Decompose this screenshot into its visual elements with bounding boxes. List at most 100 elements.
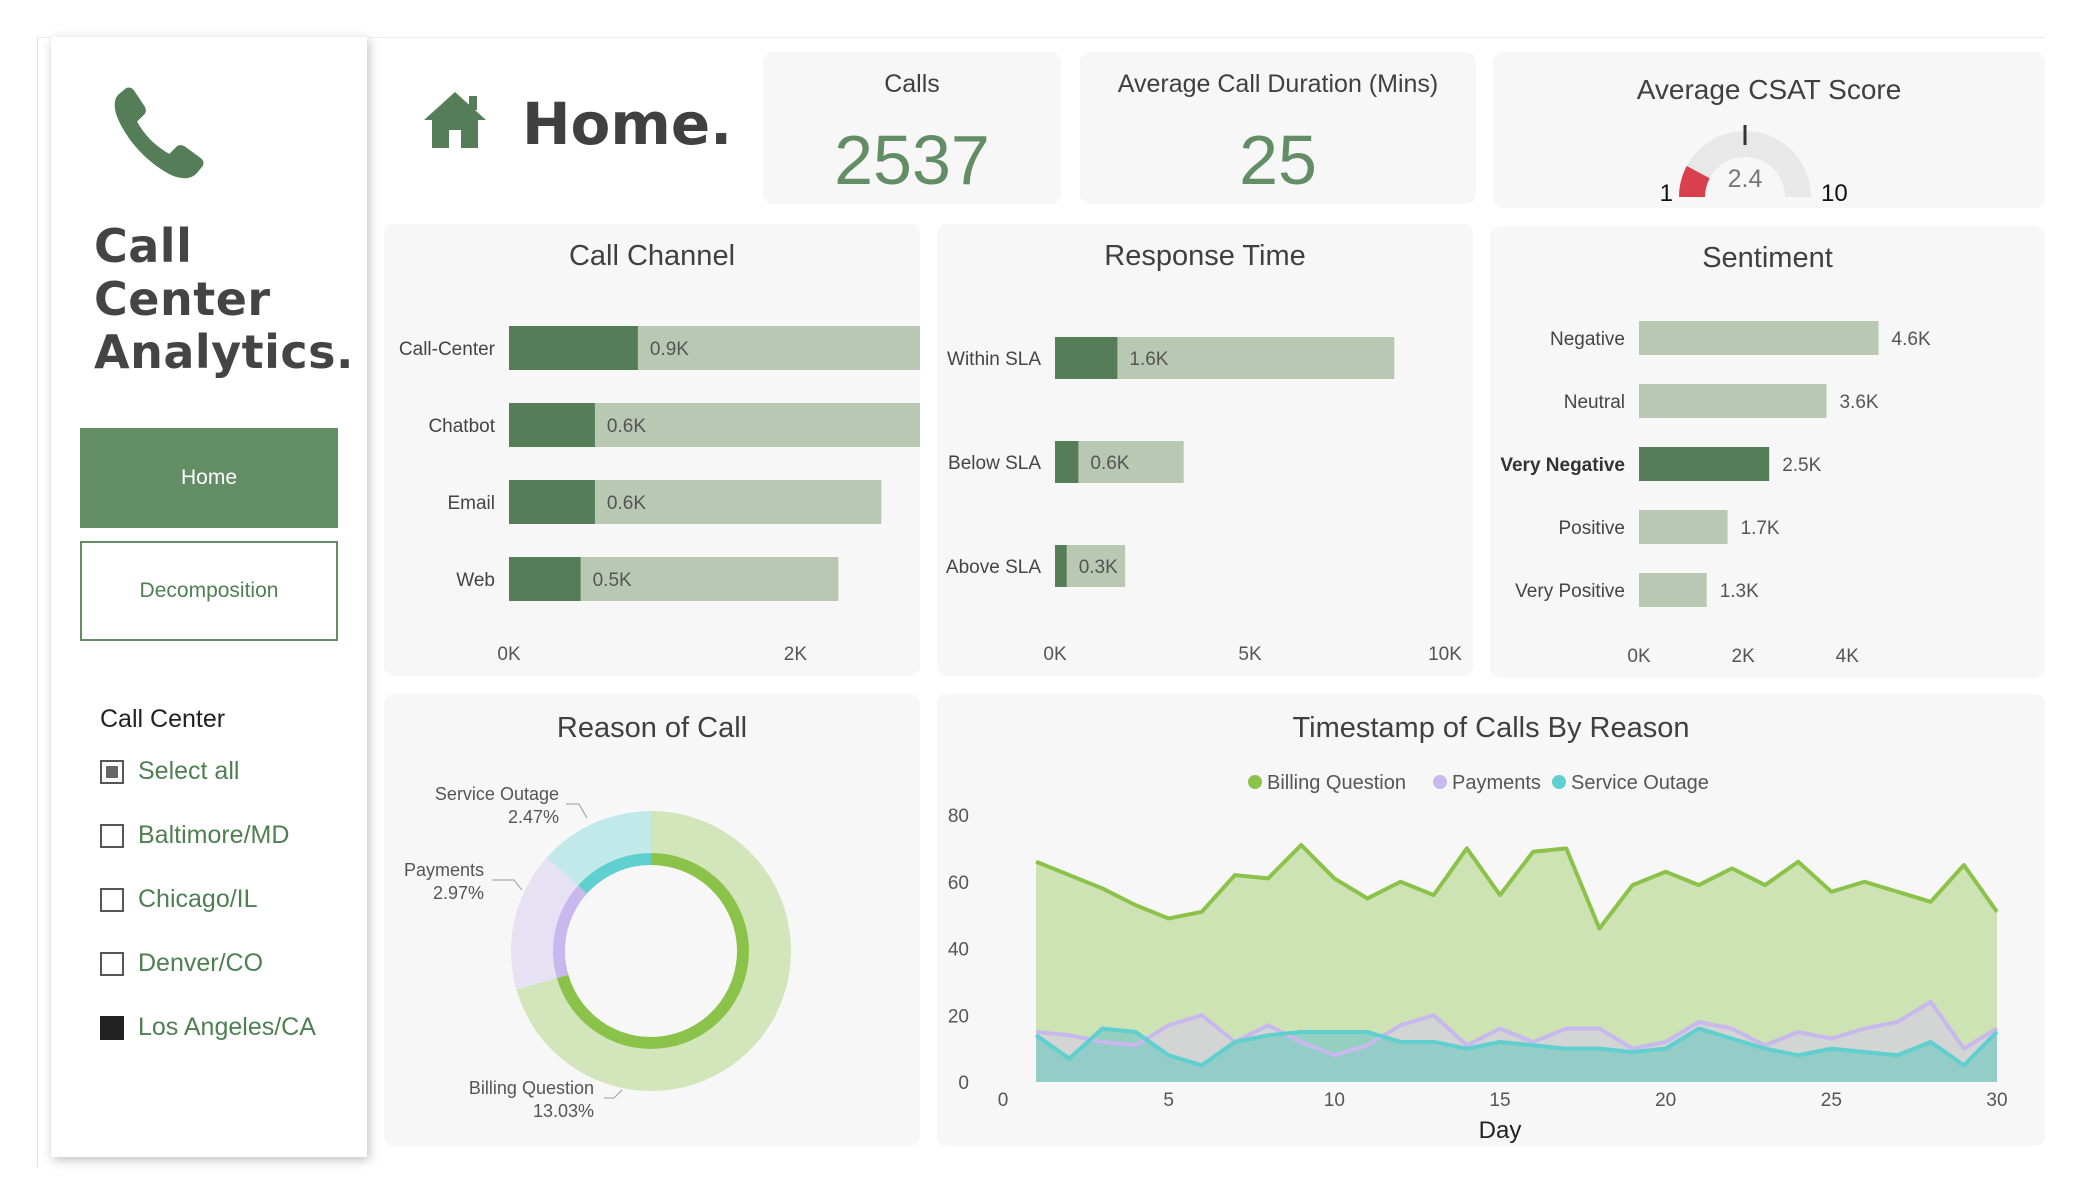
legend-marker xyxy=(1248,775,1262,789)
category-label: Above SLA xyxy=(946,557,1041,578)
checkbox-checked-icon[interactable] xyxy=(100,1015,124,1040)
category-label: Neutral xyxy=(1564,392,1625,413)
bar-selected xyxy=(1055,545,1067,587)
category-label: Positive xyxy=(1558,518,1625,539)
slicer-item-select-all[interactable]: Select all xyxy=(100,757,239,786)
kpi-duration-value: 25 xyxy=(1239,121,1317,199)
bar-value xyxy=(1639,573,1707,607)
brand-title: Call Center Analytics. xyxy=(94,220,354,379)
sentiment-panel: Sentiment Negative 4.6K Neutral 3.6K Very Ne… xyxy=(1490,226,2045,678)
legend-label: Payments xyxy=(1452,772,1541,794)
slicer-item-label: Baltimore/MD xyxy=(138,821,290,849)
slicer-item-label: Los Angeles/CA xyxy=(138,1013,316,1041)
data-label: 0.6K xyxy=(607,416,646,437)
page-title: Home. xyxy=(522,90,733,158)
bar-selected xyxy=(509,326,638,370)
bar-value xyxy=(1639,510,1728,544)
y-tick-label: 20 xyxy=(948,1006,969,1027)
gauge-max: 10 xyxy=(1821,180,1848,207)
bar-selected xyxy=(1055,337,1118,379)
slicer-item-los-angeles[interactable]: Los Angeles/CA xyxy=(100,1013,316,1042)
reason-panel: Reason of Call Billing Question 13.03% Pay… xyxy=(384,694,920,1146)
bar-value xyxy=(1639,447,1770,481)
bar-selected xyxy=(509,480,595,524)
data-label: 3.6K xyxy=(1839,392,1878,413)
csat-gauge: 2.4 1 10 xyxy=(1660,125,1848,207)
call-channel-panel: Call Channel Call-Center 0.9K Chatbot 0.6K E… xyxy=(384,224,920,676)
kpi-csat-card: Average CSAT Score 2.4 1 10 xyxy=(1493,52,2045,208)
y-tick-label: 0 xyxy=(958,1073,969,1094)
x-axis-label: Day xyxy=(1479,1117,1522,1144)
x-tick-label: 20 xyxy=(1655,1090,1676,1111)
home-button[interactable]: Home xyxy=(80,428,338,528)
data-label: 0.3K xyxy=(1079,557,1118,578)
data-label: 0.6K xyxy=(607,493,646,514)
slicer-item-baltimore[interactable]: Baltimore/MD xyxy=(100,821,289,850)
x-tick-label: 5K xyxy=(1238,644,1262,665)
data-label: 1.3K xyxy=(1720,581,1759,602)
bar-selected xyxy=(509,403,595,447)
data-label: 0.6K xyxy=(1090,453,1129,474)
leader-line xyxy=(604,1089,623,1099)
checkbox-icon[interactable] xyxy=(100,823,124,848)
reason-chart: Billing Question 13.03% Payments 2.97% Servi… xyxy=(404,784,791,1121)
slice-percent: 13.03% xyxy=(533,1101,594,1121)
category-label: Below SLA xyxy=(948,453,1041,474)
x-tick-label: 2K xyxy=(1732,646,1756,667)
slice-label: Payments xyxy=(404,860,484,880)
checkbox-icon[interactable] xyxy=(100,887,124,912)
phone-icon xyxy=(114,87,204,179)
slicer-item-denver[interactable]: Denver/CO xyxy=(100,949,263,978)
data-label: 1.6K xyxy=(1129,349,1168,370)
x-tick-label: 25 xyxy=(1821,1090,1842,1111)
x-tick-label: 0K xyxy=(1627,646,1651,667)
call-channel-chart: Call-Center 0.9K Chatbot 0.6K Email 0.6K Web 0.… xyxy=(399,326,920,665)
kpi-calls-card: Calls 2537 xyxy=(763,52,1061,204)
category-label: Call-Center xyxy=(399,339,496,360)
gauge-min: 1 xyxy=(1660,180,1673,207)
x-tick-label: 0K xyxy=(497,644,521,665)
y-tick-label: 40 xyxy=(948,940,969,961)
legend-label: Billing Question xyxy=(1267,772,1406,794)
legend-marker xyxy=(1433,775,1447,789)
checkbox-icon[interactable] xyxy=(100,951,124,976)
category-label: Web xyxy=(456,570,495,591)
kpi-calls-label: Calls xyxy=(884,70,940,98)
checkbox-partial-icon[interactable] xyxy=(100,759,124,784)
data-label: 0.9K xyxy=(650,339,689,360)
category-label: Very Positive xyxy=(1515,581,1625,602)
slicer-item-label: Select all xyxy=(138,757,240,785)
timestamp-chart: Billing Question Payments Service Outage 0 2… xyxy=(948,772,2008,1144)
slicer-title: Call Center xyxy=(100,705,226,733)
decomposition-button[interactable]: Decomposition xyxy=(80,541,338,641)
category-label: Very Negative xyxy=(1500,455,1625,476)
timestamp-panel: Timestamp of Calls By Reason Billing Que… xyxy=(937,694,2045,1146)
data-label: 2.5K xyxy=(1782,455,1821,476)
slice-label: Billing Question xyxy=(469,1078,594,1098)
slice-percent: 2.97% xyxy=(433,883,484,903)
brand-line-3: Analytics. xyxy=(94,325,355,379)
x-tick-label: 0K xyxy=(1043,644,1067,665)
leader-line xyxy=(492,879,523,891)
slicer-item-label: Denver/CO xyxy=(138,949,264,977)
y-tick-label: 80 xyxy=(948,806,969,827)
brand-line-2: Center xyxy=(94,272,271,326)
x-tick-label: 30 xyxy=(1986,1090,2007,1111)
x-tick-label: 5 xyxy=(1163,1090,1174,1111)
x-tick-label: 4K xyxy=(1836,646,1860,667)
bar-value xyxy=(1639,321,1879,355)
category-label: Chatbot xyxy=(428,416,495,437)
x-tick-label: 0 xyxy=(998,1090,1009,1111)
sentiment-chart: Negative 4.6K Neutral 3.6K Very Negative 2.5K… xyxy=(1500,321,1931,667)
slicer-item-label: Chicago/IL xyxy=(138,885,258,913)
kpi-duration-card: Average Call Duration (Mins) 25 xyxy=(1080,52,1476,204)
slicer-item-chicago[interactable]: Chicago/IL xyxy=(100,885,258,914)
kpi-calls-value: 2537 xyxy=(834,121,990,199)
response-time-panel: Response Time Within SLA 1.6K Below SLA 0.6… xyxy=(937,224,1473,676)
bar-selected xyxy=(509,557,581,601)
kpi-duration-label: Average Call Duration (Mins) xyxy=(1117,70,1439,98)
bar-value xyxy=(1639,384,1827,418)
category-label: Negative xyxy=(1550,329,1625,350)
slice-percent: 2.47% xyxy=(508,807,559,827)
home-icon xyxy=(424,92,486,148)
